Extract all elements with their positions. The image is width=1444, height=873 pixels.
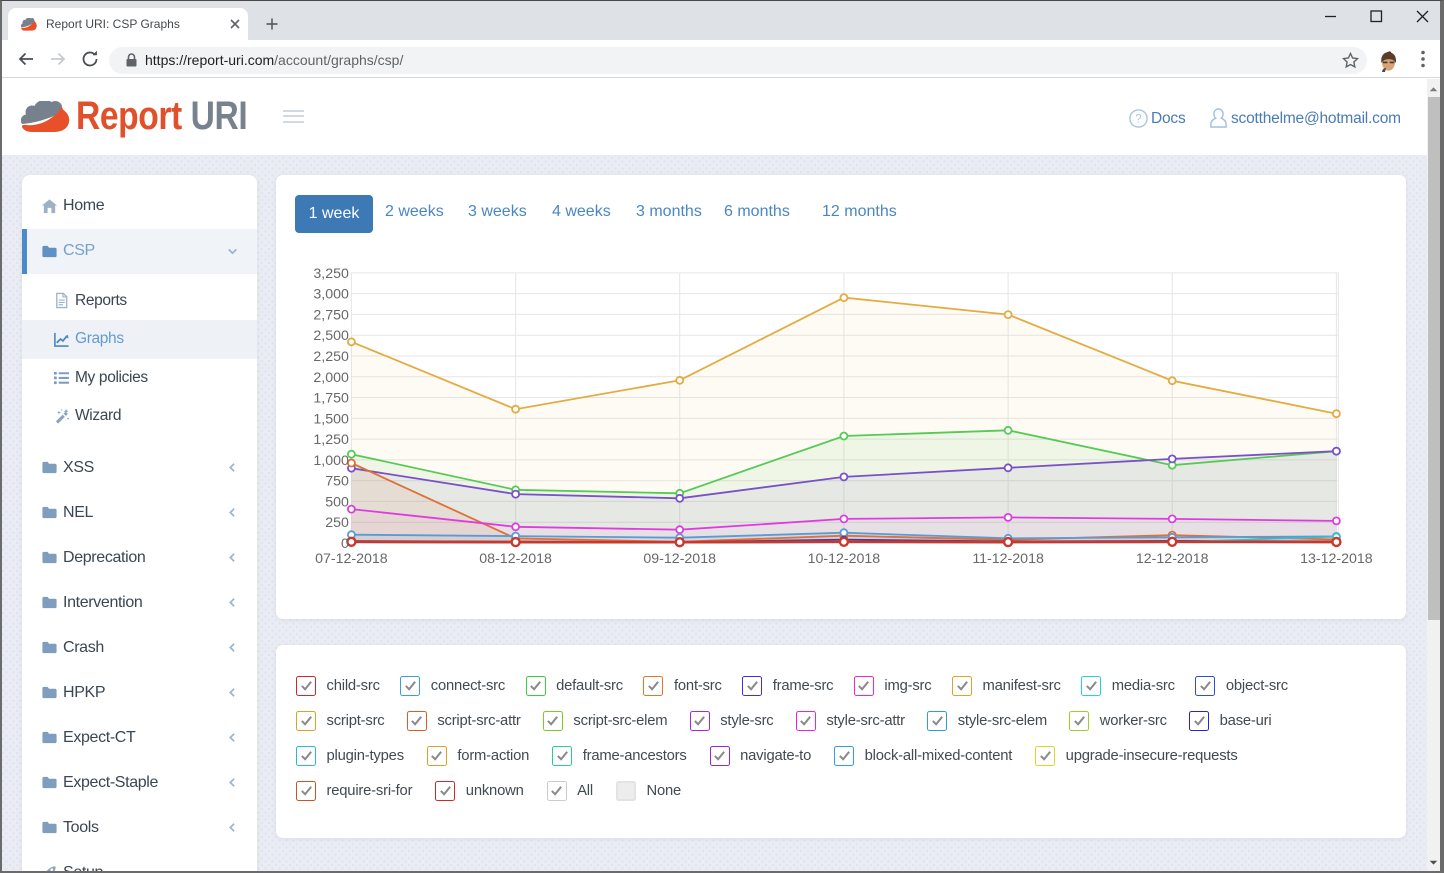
svg-text:3,000: 3,000 xyxy=(313,287,349,303)
svg-text:12-12-2018: 12-12-2018 xyxy=(1136,551,1209,567)
svg-text:500: 500 xyxy=(325,494,349,510)
svg-text:13-12-2018: 13-12-2018 xyxy=(1300,551,1373,567)
svg-text:07-12-2018: 07-12-2018 xyxy=(315,551,388,567)
svg-text:2,500: 2,500 xyxy=(313,328,349,344)
svg-text:2,750: 2,750 xyxy=(313,307,349,323)
svg-text:1,250: 1,250 xyxy=(313,432,349,448)
svg-text:09-12-2018: 09-12-2018 xyxy=(643,551,716,567)
svg-text:750: 750 xyxy=(325,474,349,490)
svg-text:1,000: 1,000 xyxy=(313,453,349,469)
svg-text:08-12-2018: 08-12-2018 xyxy=(479,551,552,567)
svg-text:3,250: 3,250 xyxy=(313,266,349,282)
svg-text:0: 0 xyxy=(341,536,349,552)
svg-text:2,250: 2,250 xyxy=(313,349,349,365)
svg-text:1,500: 1,500 xyxy=(313,411,349,427)
svg-text:1,750: 1,750 xyxy=(313,391,349,407)
svg-text:250: 250 xyxy=(325,515,349,531)
svg-text:11-12-2018: 11-12-2018 xyxy=(972,551,1044,567)
svg-text:?: ? xyxy=(1135,114,1141,126)
svg-text:10-12-2018: 10-12-2018 xyxy=(808,551,881,567)
svg-text:2,000: 2,000 xyxy=(313,370,349,386)
